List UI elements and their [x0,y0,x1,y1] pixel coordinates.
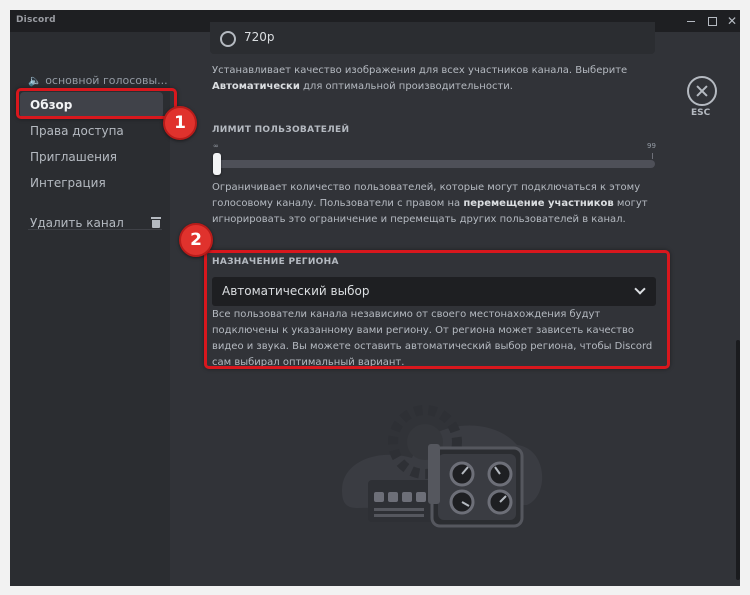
user-limit-title: ЛИМИТ ПОЛЬЗОВАТЕЛЕЙ [212,125,350,135]
scrollbar-thumb[interactable] [736,340,740,580]
esc-label: ESC [691,108,711,118]
slider-handle[interactable] [213,153,221,175]
sidebar-item-invites[interactable]: Приглашения [20,144,163,170]
sidebar-channel-header: 🔈 основной голосовы... [28,74,168,87]
settings-illustration [342,405,543,528]
maximize-icon[interactable] [704,13,720,29]
slider-tick [652,153,653,159]
sidebar-item-delete-channel[interactable]: Удалить канал [20,210,163,236]
delete-channel-label: Удалить канал [30,216,124,230]
annotation-highlight-region [204,250,670,369]
minimize-icon[interactable] [683,13,699,29]
option-label: 720p [244,30,275,44]
radio-icon[interactable] [220,31,236,47]
trash-icon [151,217,161,228]
user-limit-slider[interactable] [213,160,655,168]
slider-min-label: ∞ [213,142,219,150]
window-close-icon[interactable]: ✕ [724,13,740,29]
annotation-badge-2: 2 [179,223,213,257]
sidebar-item-integrations[interactable]: Интеграция [20,170,163,196]
app-title: Discord [16,15,56,25]
video-quality-description: Устанавливает качество изображения для в… [212,65,628,92]
annotation-badge-1: 1 [163,106,197,140]
user-limit-description: Ограничивает количество пользователей, к… [212,182,648,225]
discord-window: Discord ✕ 🔈 основной голосовы... Обзор П… [10,10,740,586]
annotation-highlight-overview [16,88,177,119]
video-quality-option-720p[interactable]: 720p [210,22,655,54]
close-settings-button[interactable] [687,76,717,106]
sidebar-item-permissions[interactable]: Права доступа [20,118,163,144]
slider-max-label: 99 [647,142,656,150]
